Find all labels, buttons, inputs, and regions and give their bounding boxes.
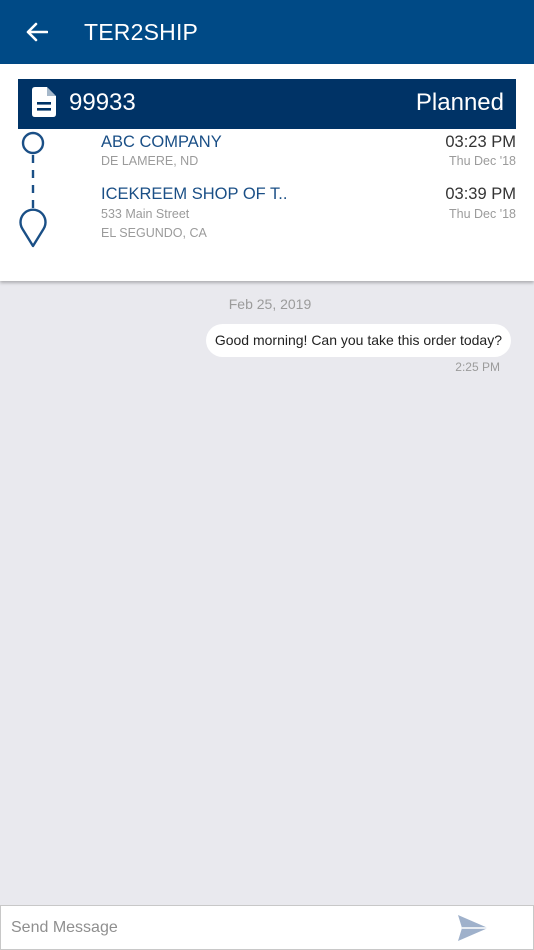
destination-stop-city: EL SEGUNDO, CA xyxy=(101,226,207,240)
route-line xyxy=(19,131,47,248)
destination-stop-date: Thu Dec '18 xyxy=(448,207,516,221)
message-bubble: Good morning! Can you take this order to… xyxy=(205,324,511,357)
arrow-left-icon xyxy=(26,22,48,42)
origin-stop-time: 03:23 PM xyxy=(445,133,516,151)
back-button[interactable] xyxy=(22,18,52,46)
message-timestamp: 2:25 PM xyxy=(455,360,500,374)
destination-stop-time: 03:39 PM xyxy=(445,185,516,203)
order-header: 99933 Planned xyxy=(18,79,516,129)
send-icon[interactable] xyxy=(457,914,489,942)
chat-date-separator: Feb 25, 2019 xyxy=(228,296,312,312)
order-number: 99933 xyxy=(69,89,136,116)
message-input[interactable] xyxy=(11,912,431,944)
origin-stop-date: Thu Dec '18 xyxy=(448,154,516,168)
origin-stop-address: DE LAMERE, ND xyxy=(101,154,199,168)
order-card[interactable]: 99933 Planned ABC COMPANY DE LAMERE, ND … xyxy=(0,64,534,281)
destination-stop-street: 533 Main Street xyxy=(101,207,190,221)
order-status: Planned xyxy=(415,89,504,116)
destination-pin-icon xyxy=(19,208,47,248)
origin-stop-name: ABC COMPANY xyxy=(101,133,222,151)
destination-stop-name: ICEKREEM SHOP OF T.. xyxy=(101,185,288,203)
app-bar: TER2SHIP xyxy=(0,0,534,64)
origin-circle-icon xyxy=(21,131,45,155)
document-icon xyxy=(32,87,56,117)
message-composer xyxy=(0,905,534,950)
app-title: TER2SHIP xyxy=(84,19,199,45)
